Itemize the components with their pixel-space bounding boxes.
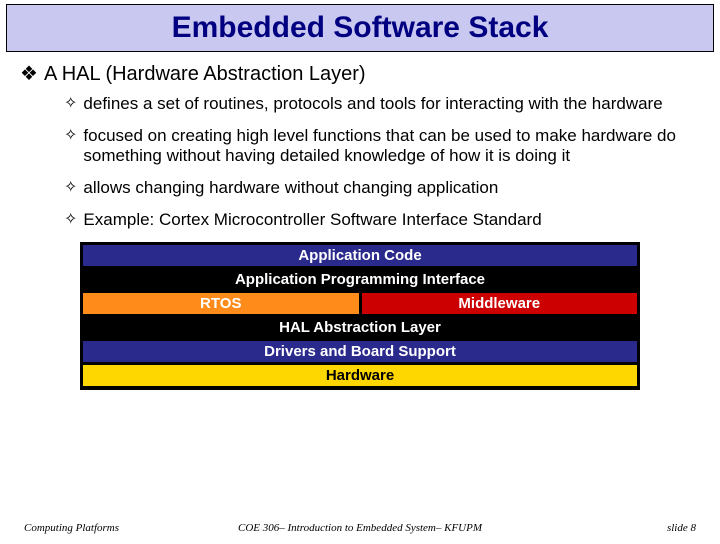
sub-bullet-text: allows changing hardware without changin… bbox=[83, 178, 498, 198]
stack-api-label: Application Programming Interface bbox=[82, 268, 639, 292]
stack-layer-hardware: Hardware bbox=[82, 364, 639, 389]
stack-layer-api: Application Programming Interface bbox=[82, 268, 639, 292]
sub-bullet-text: focused on creating high level functions… bbox=[83, 126, 700, 166]
sub-bullet: ✧ Example: Cortex Microcontroller Softwa… bbox=[64, 210, 700, 230]
footer-mid: COE 306– Introduction to Embedded System… bbox=[192, 522, 528, 534]
stack-layer-hal: HAL Abstraction Layer bbox=[82, 316, 639, 340]
diamond-bullet-icon: ❖ bbox=[20, 62, 38, 86]
software-stack-diagram: Application Code Application Programming… bbox=[80, 242, 640, 390]
stack-hal-label: HAL Abstraction Layer bbox=[82, 316, 639, 340]
slide-content: ❖ A HAL (Hardware Abstraction Layer) ✧ d… bbox=[0, 52, 720, 390]
footer-left: Computing Platforms bbox=[24, 522, 192, 534]
main-bullet: ❖ A HAL (Hardware Abstraction Layer) bbox=[20, 62, 700, 86]
stack-mw-label: Middleware bbox=[360, 292, 639, 316]
stack-app-label: Application Code bbox=[82, 244, 639, 268]
slide-title-bar: Embedded Software Stack bbox=[6, 4, 714, 52]
sub-bullet: ✧ focused on creating high level functio… bbox=[64, 126, 700, 166]
main-bullet-text: A HAL (Hardware Abstraction Layer) bbox=[44, 62, 366, 86]
sub-bullet: ✧ allows changing hardware without chang… bbox=[64, 178, 700, 198]
sub-bullet-text: defines a set of routines, protocols and… bbox=[83, 94, 662, 114]
stack-hw-label: Hardware bbox=[82, 364, 639, 389]
footer-right: slide 8 bbox=[528, 522, 696, 534]
stack-layer-os-mw: RTOS Middleware bbox=[82, 292, 639, 316]
slide-title: Embedded Software Stack bbox=[7, 11, 713, 45]
sub-bullet-text: Example: Cortex Microcontroller Software… bbox=[83, 210, 541, 230]
diamond-open-icon: ✧ bbox=[64, 210, 77, 230]
slide-footer: Computing Platforms COE 306– Introductio… bbox=[0, 522, 720, 534]
stack-drv-label: Drivers and Board Support bbox=[82, 340, 639, 364]
stack-layer-drivers: Drivers and Board Support bbox=[82, 340, 639, 364]
diamond-open-icon: ✧ bbox=[64, 126, 77, 146]
stack-layer-app: Application Code bbox=[82, 244, 639, 268]
sub-bullet-list: ✧ defines a set of routines, protocols a… bbox=[20, 94, 700, 230]
stack-rtos-label: RTOS bbox=[82, 292, 361, 316]
sub-bullet: ✧ defines a set of routines, protocols a… bbox=[64, 94, 700, 114]
diamond-open-icon: ✧ bbox=[64, 178, 77, 198]
diamond-open-icon: ✧ bbox=[64, 94, 77, 114]
